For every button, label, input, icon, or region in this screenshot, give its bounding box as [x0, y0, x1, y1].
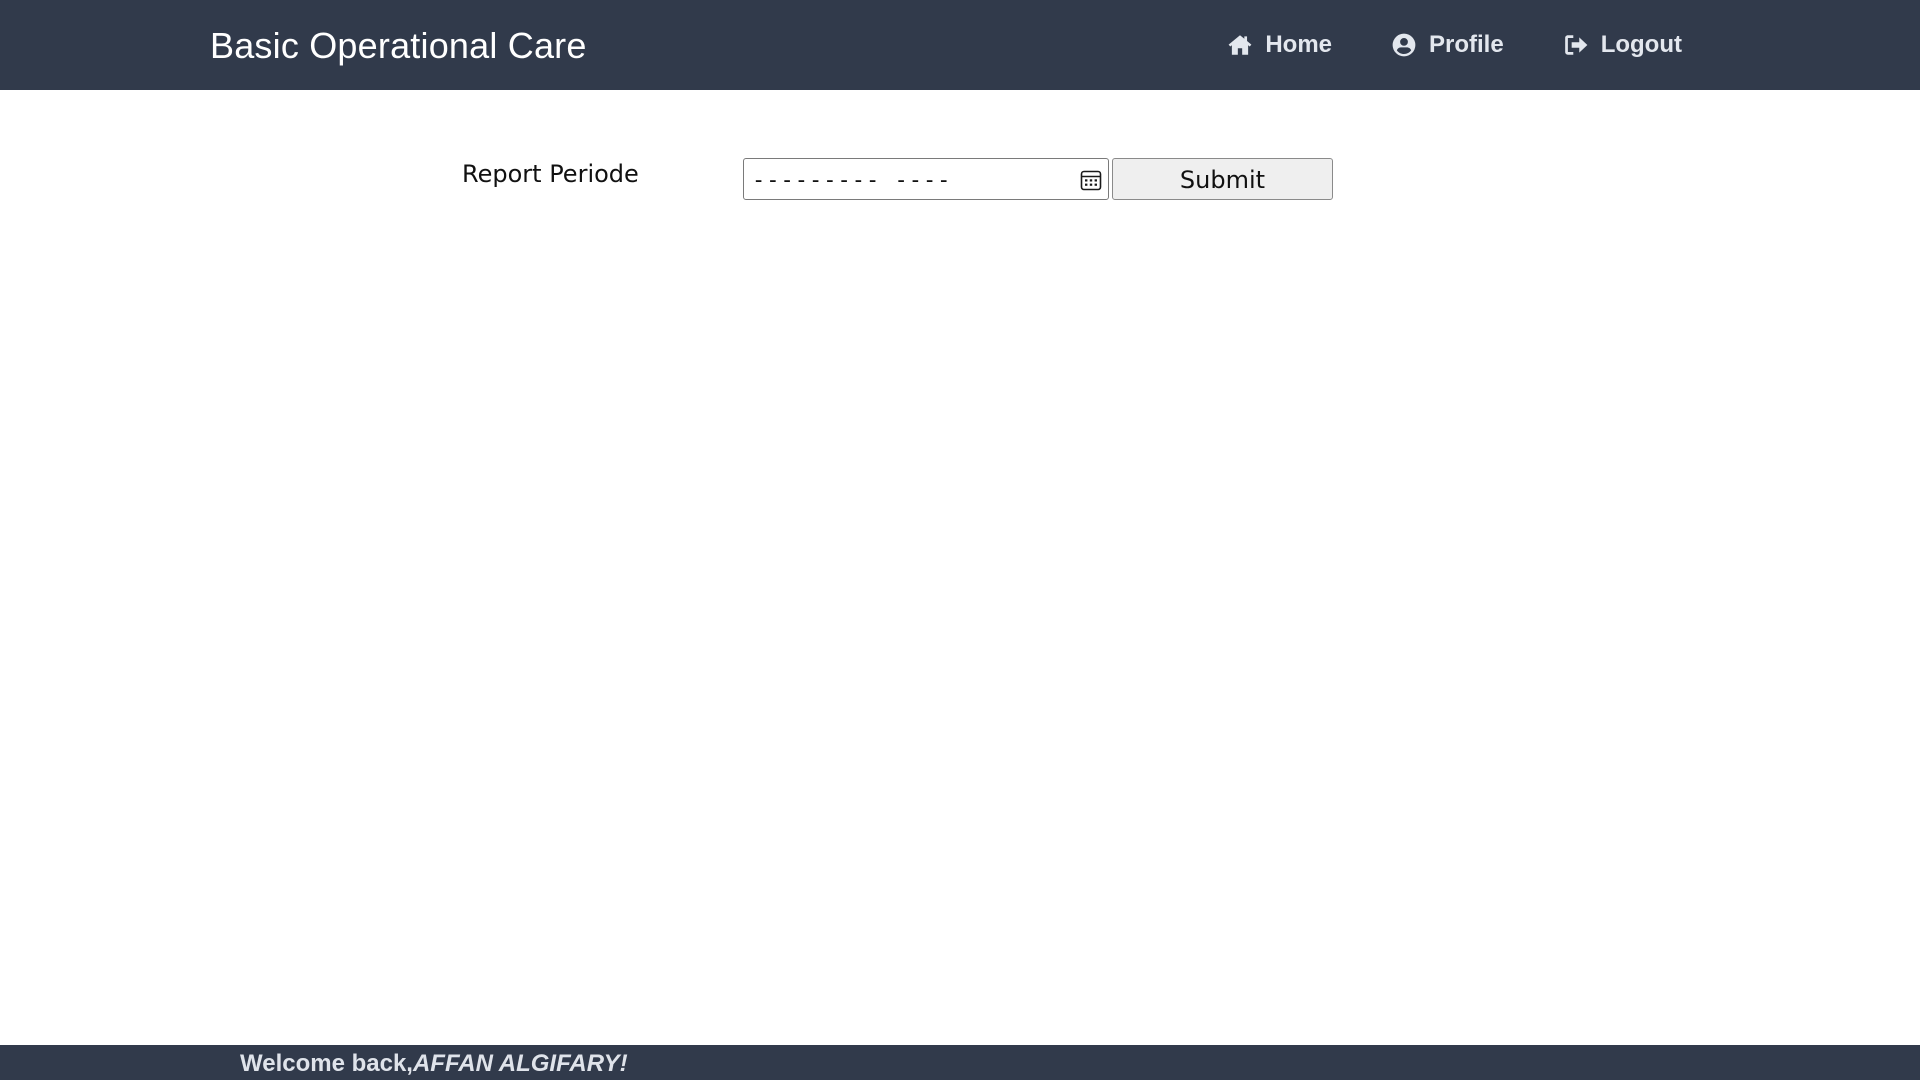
- report-period-label: Report Periode: [462, 160, 639, 188]
- welcome-message: Welcome back,AFFAN ALGIFARY!: [240, 1045, 628, 1080]
- top-navbar: Basic Operational Care Home Profile Logo…: [0, 0, 1920, 90]
- calendar-icon[interactable]: [1079, 168, 1103, 192]
- sign-out-icon: [1562, 31, 1590, 59]
- nav-home-label: Home: [1265, 31, 1333, 58]
- report-period-value: --------- ----: [752, 168, 952, 193]
- welcome-prefix: Welcome back,: [240, 1050, 413, 1077]
- footer-bar: Welcome back,AFFAN ALGIFARY!: [0, 1045, 1920, 1080]
- nav-logout-link[interactable]: Logout: [1562, 31, 1682, 59]
- nav-home-link[interactable]: Home: [1226, 31, 1332, 59]
- user-circle-icon: [1390, 31, 1418, 59]
- nav-profile-link[interactable]: Profile: [1390, 31, 1504, 59]
- submit-button[interactable]: Submit: [1112, 158, 1333, 200]
- report-period-month-input[interactable]: --------- ----: [743, 158, 1109, 200]
- home-icon: [1226, 31, 1254, 59]
- nav-profile-label: Profile: [1429, 31, 1504, 58]
- nav-links: Home Profile Logout: [1226, 0, 1682, 90]
- app-brand-title[interactable]: Basic Operational Care: [210, 0, 587, 90]
- nav-logout-label: Logout: [1600, 31, 1682, 58]
- user-name: AFFAN ALGIFARY!: [412, 1050, 628, 1077]
